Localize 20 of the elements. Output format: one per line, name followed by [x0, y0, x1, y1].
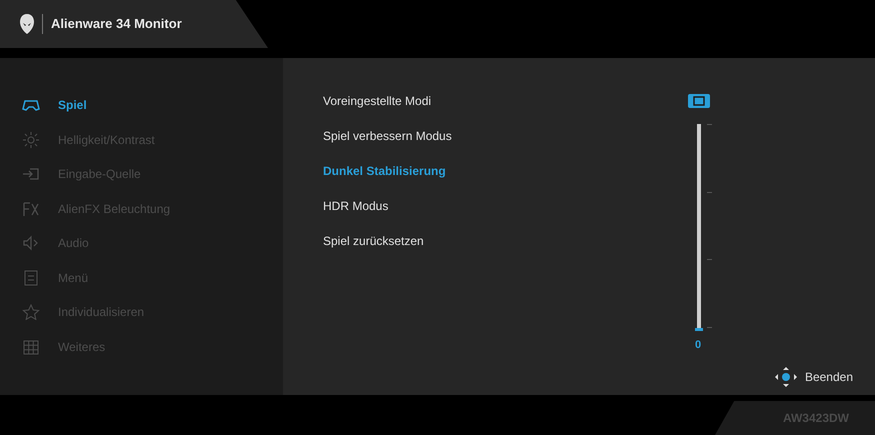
- max-icon: [688, 94, 710, 108]
- grid-icon: [22, 338, 40, 355]
- header-title: Alienware 34 Monitor: [51, 15, 182, 34]
- alien-head-icon: [20, 14, 34, 34]
- slider-thumb[interactable]: [695, 328, 703, 331]
- menu-icon: [22, 270, 40, 286]
- menu-item[interactable]: Spiel zurücksetzen: [323, 232, 452, 250]
- joystick-icon: [774, 367, 797, 387]
- sidebar-item[interactable]: Spiel: [58, 96, 87, 114]
- menu-item[interactable]: Spiel verbessern Modus: [323, 127, 452, 145]
- menu-item[interactable]: Voreingestellte Modi: [323, 92, 452, 110]
- menu-item[interactable]: Dunkel Stabilisierung: [323, 162, 452, 180]
- slider-value: 0: [695, 338, 702, 353]
- fx-icon: [22, 200, 40, 217]
- menu-item[interactable]: HDR Modus: [323, 197, 452, 215]
- speaker-icon: [22, 235, 40, 252]
- sun-icon: [22, 132, 40, 148]
- star-icon: [22, 304, 40, 320]
- input-icon: [22, 166, 40, 182]
- exit-label: Beenden: [804, 369, 853, 386]
